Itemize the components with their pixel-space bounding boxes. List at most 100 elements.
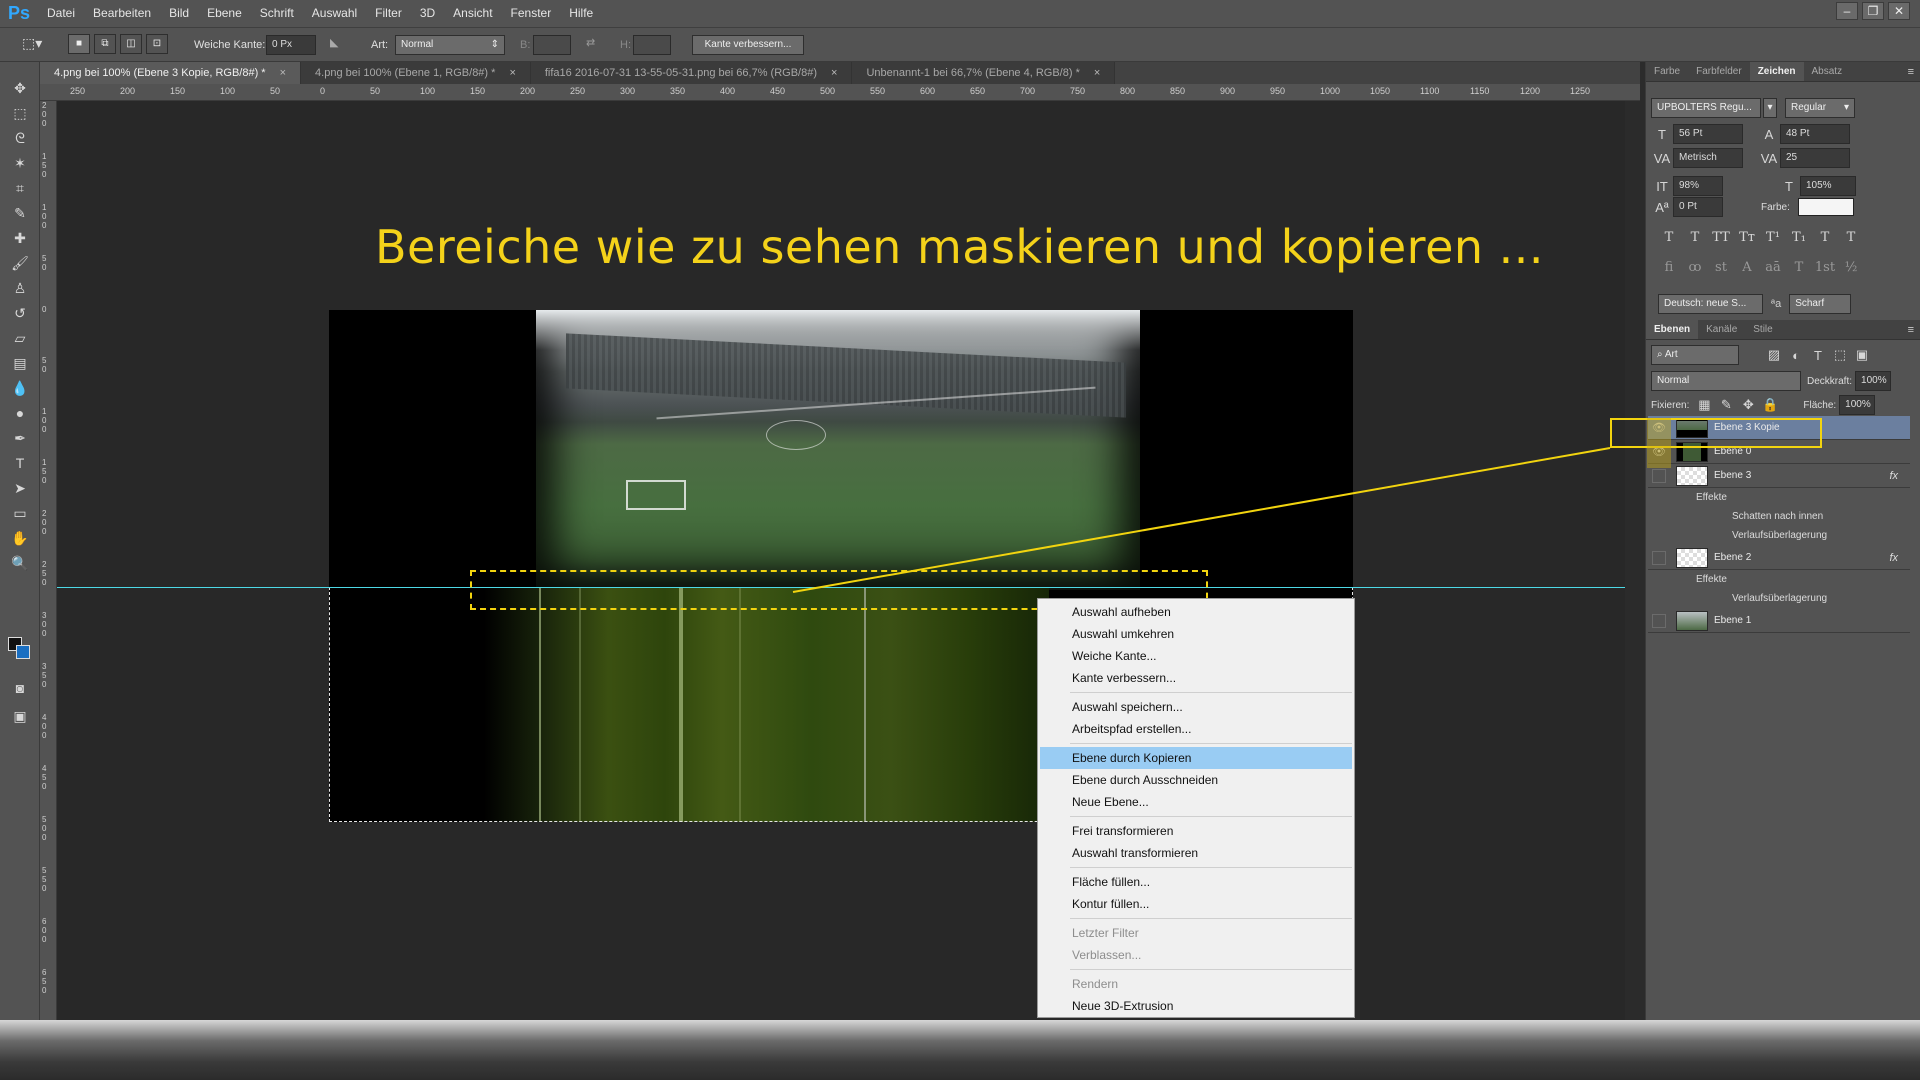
effect-gradient-overlay[interactable]: Verlaufsüberlagerung — [1648, 589, 1910, 608]
horizontal-scale-input[interactable]: 105% — [1800, 176, 1856, 196]
leading-input[interactable]: 48 Pt — [1780, 124, 1850, 144]
lock-position-icon[interactable]: ✥ — [1737, 397, 1759, 413]
menu-separator — [1070, 743, 1352, 744]
context-menu-item[interactable]: Fläche füllen... — [1038, 871, 1354, 893]
context-menu-item[interactable]: Auswahl umkehren — [1038, 623, 1354, 645]
panel-tab[interactable]: Ebenen — [1646, 320, 1699, 339]
lock-pixels-icon[interactable]: ✎ — [1715, 397, 1737, 413]
font-size-input[interactable]: 56 Pt — [1673, 124, 1743, 144]
opentype-button[interactable]: 1st — [1814, 260, 1836, 275]
context-menu-item: Letzter Filter — [1072, 926, 1139, 940]
effects-label: Effekte — [1696, 574, 1727, 585]
font-style-value: Regular — [1791, 102, 1827, 113]
panel-tab[interactable]: Stile — [1745, 320, 1780, 339]
fill-input[interactable]: 100% — [1839, 395, 1876, 415]
menu-separator — [1070, 969, 1352, 970]
menu-separator — [1070, 692, 1352, 693]
context-menu-item[interactable]: Auswahl speichern... — [1038, 696, 1354, 718]
filter-smart-icon[interactable]: ▣ — [1851, 347, 1873, 363]
menu-separator — [1070, 918, 1352, 919]
type-style-buttons: T T TT Tт T¹ T₁ T T — [1658, 230, 1862, 245]
panel-tab[interactable]: Zeichen — [1749, 62, 1804, 81]
panel-menu-icon[interactable]: ≡ — [1908, 62, 1920, 81]
type-style-button[interactable]: T₁ — [1788, 230, 1810, 245]
highlight-eye-column — [1647, 418, 1671, 468]
context-menu-item[interactable]: Ebene durch Kopieren — [1040, 747, 1352, 769]
type-style-button[interactable]: TT — [1710, 230, 1732, 245]
context-menu-item[interactable]: Arbeitspfad erstellen... — [1038, 718, 1354, 740]
layer-row[interactable]: Ebene 2 fx — [1648, 546, 1910, 570]
layer-row[interactable]: Ebene 1 — [1648, 609, 1910, 633]
right-panel: Farbe Farbfelder Zeichen Absatz ≡ UPBOLTERS … — [1645, 62, 1920, 1020]
context-menu-item[interactable]: Auswahl transformieren — [1038, 842, 1354, 864]
type-style-button[interactable]: T — [1840, 230, 1862, 245]
color-label: Farbe: — [1761, 201, 1790, 213]
opentype-button[interactable]: T — [1788, 260, 1810, 275]
panel-tab[interactable]: Farbfelder — [1688, 62, 1750, 81]
layers-panel-tabs: Ebenen Kanäle Stile ≡ — [1646, 320, 1920, 340]
lock-transparency-icon[interactable]: ▦ — [1693, 397, 1715, 413]
kerning-icon: VA — [1653, 150, 1671, 166]
antialias-value: Scharf — [1795, 298, 1825, 309]
filter-pixel-icon[interactable]: ▨ — [1763, 347, 1785, 363]
text-color-swatch[interactable] — [1797, 198, 1854, 216]
tracking-input[interactable]: 25 — [1780, 148, 1850, 168]
opentype-buttons: fi ꝏ st Aaā T 1st ½ — [1658, 260, 1862, 275]
opacity-input[interactable]: 100% — [1855, 371, 1892, 391]
layer-name: Ebene 3 — [1714, 470, 1752, 481]
effect-gradient-overlay[interactable]: Verlaufsüberlagerung — [1648, 526, 1910, 545]
language-select[interactable]: Deutsch: neue S... — [1658, 294, 1763, 314]
filter-shape-icon[interactable]: ⬚ — [1829, 347, 1851, 363]
context-menu-item[interactable]: Ebene durch Ausschneiden — [1038, 769, 1354, 791]
layer-filter-select[interactable]: ⌕ Art — [1651, 345, 1739, 365]
opentype-button[interactable]: ½ — [1840, 260, 1862, 275]
context-menu: Auswahl aufheben Auswahl umkehren Weiche K… — [1037, 598, 1355, 1018]
type-style-button[interactable]: T — [1814, 230, 1836, 245]
opentype-button[interactable]: fi — [1658, 260, 1680, 275]
font-style-select[interactable]: Regular ▾ — [1785, 98, 1855, 118]
filter-adjust-icon[interactable]: ◐ — [1785, 348, 1807, 363]
lock-all-icon[interactable]: 🔒 — [1759, 397, 1781, 413]
context-menu-item[interactable]: Weiche Kante... — [1038, 645, 1354, 667]
vertical-scale-input[interactable]: 98% — [1673, 176, 1723, 196]
context-menu-item[interactable]: Frei transformieren — [1038, 820, 1354, 842]
type-style-button[interactable]: T — [1658, 230, 1680, 245]
font-family-value: UPBOLTERS Regu... — [1657, 102, 1752, 113]
opentype-button[interactable]: st — [1710, 260, 1732, 275]
kerning-input[interactable]: Metrisch — [1673, 148, 1743, 168]
context-menu-item[interactable]: Auswahl aufheben — [1038, 601, 1354, 623]
panel-tab[interactable]: Absatz — [1804, 62, 1851, 81]
panel-tab[interactable]: Farbe — [1646, 62, 1688, 81]
panel-tab[interactable]: Kanäle — [1698, 320, 1745, 339]
font-family-dropdown-icon[interactable]: ▾ — [1763, 98, 1777, 118]
fx-icon[interactable]: fx — [1889, 552, 1898, 564]
effect-inner-shadow[interactable]: Schatten nach innen — [1648, 507, 1910, 526]
blend-mode-value: Normal — [1657, 375, 1690, 386]
menu-separator — [1070, 816, 1352, 817]
font-family-select[interactable]: UPBOLTERS Regu... — [1651, 98, 1761, 118]
menu-separator — [1070, 867, 1352, 868]
visibility-toggle[interactable] — [1652, 550, 1666, 565]
fx-icon[interactable]: fx — [1889, 470, 1898, 482]
layer-row[interactable]: Ebene 3 fx — [1648, 464, 1910, 488]
context-menu-item[interactable]: Neue Ebene... — [1038, 791, 1354, 813]
blend-mode-select[interactable]: Normal — [1651, 371, 1801, 391]
horizontal-scale-icon: T — [1785, 178, 1793, 194]
context-menu-item[interactable]: Neue 3D-Extrusion — [1038, 995, 1354, 1017]
filter-type-icon[interactable]: T — [1807, 348, 1829, 363]
context-menu-item: Verblassen... — [1072, 948, 1142, 962]
visibility-toggle[interactable] — [1652, 468, 1666, 483]
antialias-select[interactable]: Scharf — [1789, 294, 1852, 314]
visibility-toggle[interactable] — [1652, 613, 1666, 628]
type-style-button[interactable]: Tт — [1736, 230, 1758, 245]
type-style-button[interactable]: T¹ — [1762, 230, 1784, 245]
opentype-button[interactable]: ꝏ — [1684, 260, 1706, 275]
context-menu-item[interactable]: Kontur füllen... — [1038, 893, 1354, 915]
type-style-button[interactable]: T — [1684, 230, 1706, 245]
context-menu-item[interactable]: Kante verbessern... — [1038, 667, 1354, 689]
panel-menu-icon[interactable]: ≡ — [1908, 320, 1920, 339]
vertical-scale-icon: IT — [1656, 178, 1668, 194]
opentype-button[interactable]: A — [1736, 260, 1758, 275]
baseline-shift-input[interactable]: 0 Pt — [1673, 197, 1723, 217]
opentype-button[interactable]: aā — [1762, 260, 1784, 275]
